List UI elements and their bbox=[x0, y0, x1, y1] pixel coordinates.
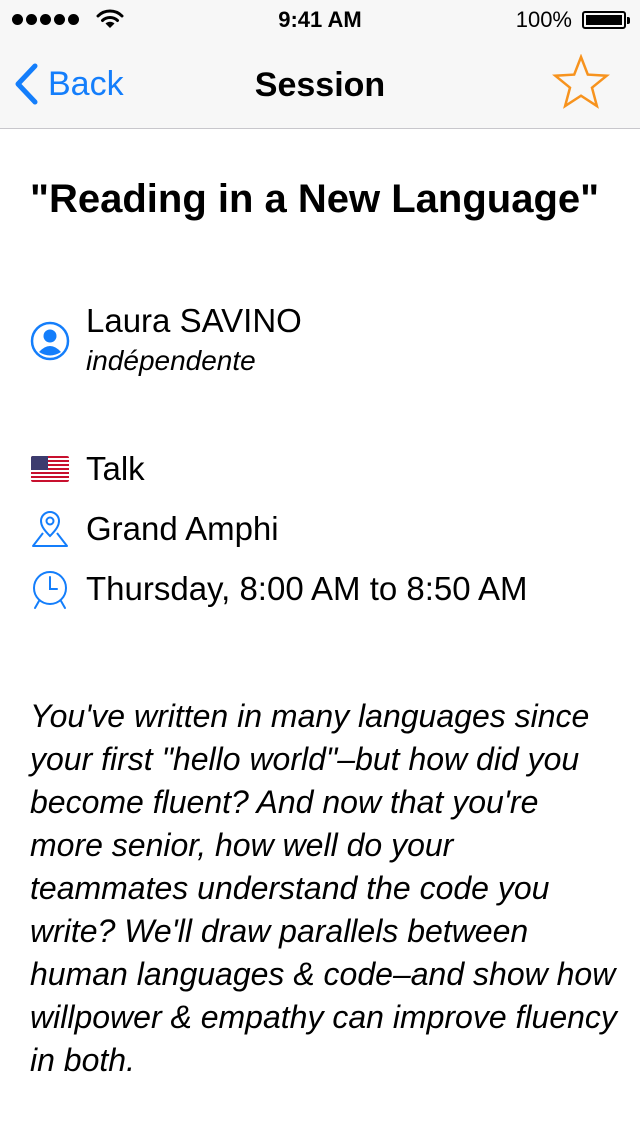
session-title: "Reading in a New Language" bbox=[30, 177, 600, 221]
favorite-star-button[interactable] bbox=[552, 54, 610, 112]
battery-icon bbox=[582, 11, 630, 29]
room-name: Grand Amphi bbox=[86, 510, 279, 547]
session-description: You've written in many languages since y… bbox=[30, 698, 617, 1078]
back-button[interactable]: Back bbox=[14, 60, 124, 108]
person-icon bbox=[28, 319, 72, 363]
speaker-row[interactable]: Laura SAVINO indépendente bbox=[28, 301, 302, 381]
navigation-bar: Back Session bbox=[0, 40, 640, 129]
back-label: Back bbox=[48, 64, 124, 103]
chevron-left-icon bbox=[15, 63, 38, 105]
location-pin-icon bbox=[28, 507, 72, 551]
us-flag-icon bbox=[28, 447, 72, 491]
session-type-row: Talk bbox=[28, 447, 145, 491]
clock-icon bbox=[28, 567, 72, 611]
room-row[interactable]: Grand Amphi bbox=[28, 507, 279, 551]
time-row: Thursday, 8:00 AM to 8:50 AM bbox=[28, 567, 527, 611]
session-type: Talk bbox=[86, 450, 145, 487]
battery-percentage: 100% bbox=[515, 7, 572, 32]
session-screen: 9:41 AM 100% Back Session "Reading in a … bbox=[0, 0, 640, 1136]
speaker-company: indépendente bbox=[86, 345, 256, 376]
session-time: Thursday, 8:00 AM to 8:50 AM bbox=[86, 570, 528, 607]
status-bar: 9:41 AM 100% bbox=[0, 0, 640, 40]
speaker-name: Laura SAVINO bbox=[86, 302, 302, 339]
